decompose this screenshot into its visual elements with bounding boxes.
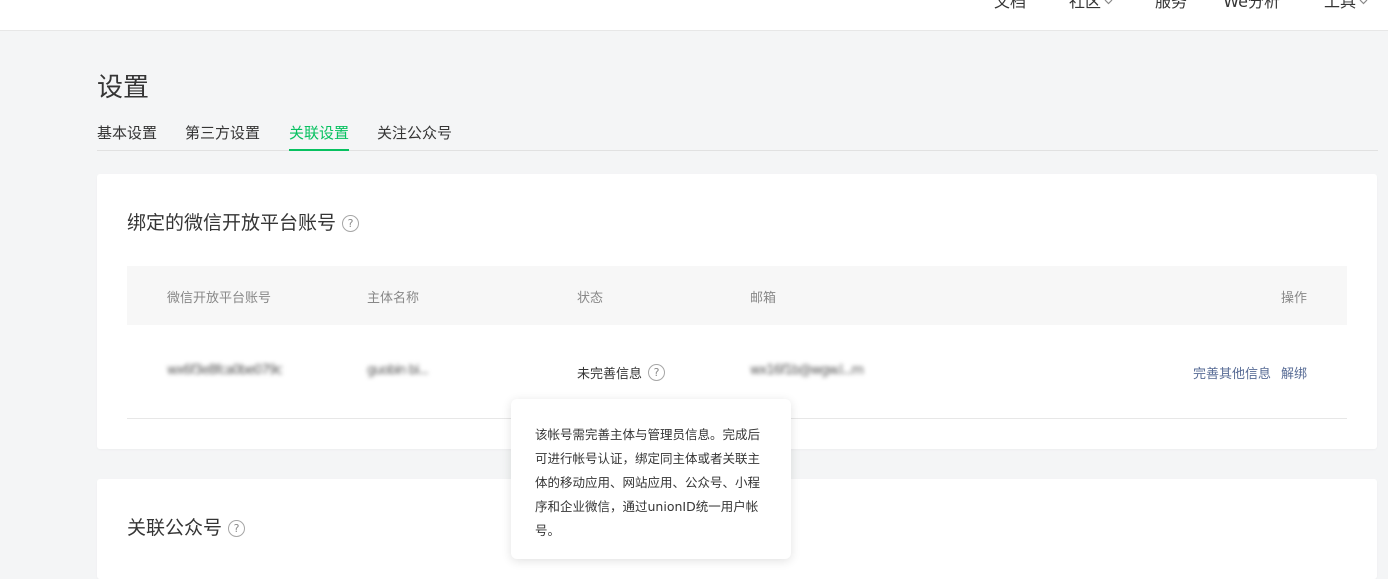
top-bar: 文档 社区 服务 We分析 工具 [0, 0, 1388, 31]
nav-docs[interactable]: 文档 [994, 0, 1026, 12]
card-title-text: 关联公众号 [127, 517, 223, 539]
tab-association-settings[interactable]: 关联设置 [289, 122, 350, 151]
tooltip-text: 该帐号需完善主体与管理员信息。完成后可进行帐号认证，绑定同主体或者关联主体的移动… [535, 427, 761, 538]
col-email: 邮箱 [750, 291, 777, 306]
settings-tabs: 基本设置 第三方设置 关联设置 关注公众号 [97, 122, 1378, 151]
cell-status: 未完善信息? [577, 363, 666, 382]
cell-account-text: wx6f3e8fca0be079c [167, 363, 283, 378]
help-icon[interactable]: ? [342, 215, 360, 232]
table-header: 微信开放平台账号 主体名称 状态 邮箱 操作 [127, 266, 1347, 325]
cell-entity: guobin bi... [367, 363, 429, 378]
nav-community-label: 社区 [1068, 0, 1101, 11]
status-help-icon[interactable]: ? [648, 364, 666, 381]
chevron-down-icon [1104, 0, 1113, 5]
unbind-link[interactable]: 解绑 [1281, 363, 1307, 382]
card-title-text: 绑定的微信开放平台账号 [127, 212, 337, 234]
chevron-down-icon [1359, 0, 1368, 5]
help-icon[interactable]: ? [228, 520, 246, 537]
nav-tools-label: 工具 [1323, 0, 1356, 11]
nav-services[interactable]: 服务 [1155, 0, 1187, 12]
nav-community[interactable]: 社区 [1069, 0, 1113, 12]
cell-email: wx16f1b@wgw.l...m [750, 363, 864, 378]
card-title-official-account: 关联公众号? [127, 513, 246, 540]
card-title-open-platform: 绑定的微信开放平台账号? [127, 208, 360, 235]
tab-follow-official-account[interactable]: 关注公众号 [377, 122, 452, 149]
col-ops: 操作 [1280, 291, 1307, 306]
status-text: 未完善信息 [577, 367, 643, 382]
nav-tools[interactable]: 工具 [1324, 0, 1368, 12]
status-tooltip: 该帐号需完善主体与管理员信息。完成后可进行帐号认证，绑定同主体或者关联主体的移动… [511, 399, 791, 559]
col-entity: 主体名称 [367, 291, 420, 306]
tab-basic-settings[interactable]: 基本设置 [97, 122, 157, 149]
tab-third-party-settings[interactable]: 第三方设置 [185, 122, 260, 149]
col-account: 微信开放平台账号 [167, 291, 272, 306]
col-status: 状态 [577, 291, 604, 306]
complete-info-link[interactable]: 完善其他信息 [1193, 363, 1271, 382]
nav-we-analysis[interactable]: We分析 [1223, 0, 1280, 12]
page-title: 设置 [97, 73, 150, 103]
cell-account: wx6f3e8fca0be079c [167, 363, 283, 378]
